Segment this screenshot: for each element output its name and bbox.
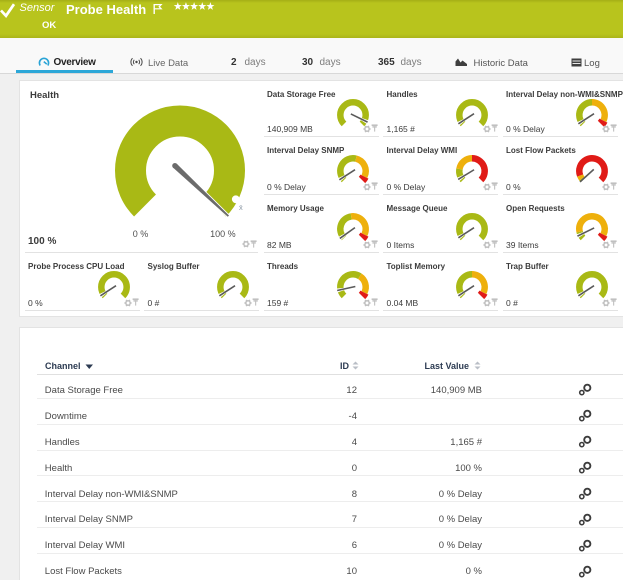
svg-text:x̄: x̄: [239, 203, 243, 212]
